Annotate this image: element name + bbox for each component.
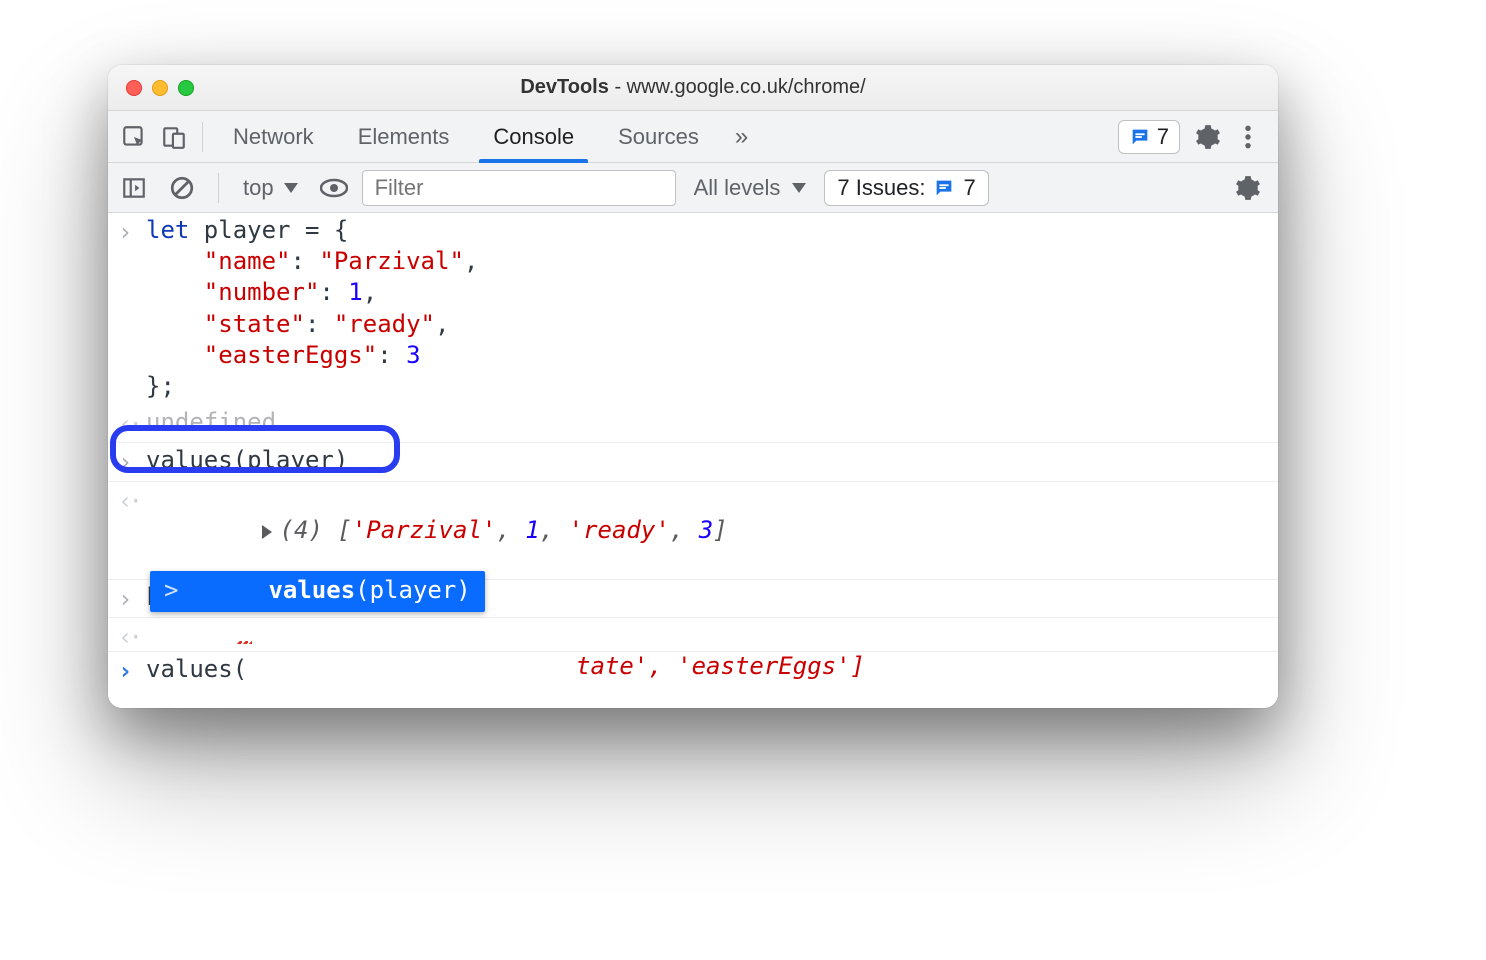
syntax-error-squiggle xyxy=(236,641,252,644)
separator xyxy=(218,173,219,203)
autocomplete-popup[interactable]: > values(player) xyxy=(150,571,485,612)
chevron-down-icon xyxy=(792,183,806,193)
input-marker-icon xyxy=(118,215,146,402)
console-output-row: undefined xyxy=(108,405,1278,443)
autocomplete-caret: > xyxy=(164,576,178,604)
tab-network[interactable]: Network xyxy=(211,111,336,162)
chevron-down-icon xyxy=(284,183,298,193)
messages-badge[interactable]: 7 xyxy=(1118,120,1180,154)
more-options-icon[interactable] xyxy=(1228,117,1268,157)
console-code: let player = { "name": "Parzival", "numb… xyxy=(146,215,478,402)
console-toolbar: top All levels 7 Issues: 7 xyxy=(108,163,1278,213)
device-toolbar-icon[interactable] xyxy=(154,117,194,157)
issues-label: 7 Issues: xyxy=(837,175,925,201)
issues-badge[interactable]: 7 Issues: 7 xyxy=(824,170,988,206)
window-title-prefix: DevTools xyxy=(520,76,609,98)
prompt-text: values( xyxy=(146,655,247,683)
console-code: values(player) xyxy=(146,446,348,474)
input-marker-icon xyxy=(118,582,146,615)
filter-input[interactable] xyxy=(362,170,676,206)
autocomplete-match: values xyxy=(268,576,355,604)
console-output-row[interactable]: tate', 'easterEggs'] xyxy=(108,618,1278,652)
input-marker-icon xyxy=(118,445,146,478)
settings-icon[interactable] xyxy=(1188,117,1228,157)
prompt-marker-icon xyxy=(118,654,146,687)
panel-tabs: Network Elements Console Sources » xyxy=(211,111,762,162)
separator xyxy=(202,122,203,152)
console-output-row[interactable]: (4) ['Parzival', 1, 'ready', 3] xyxy=(108,482,1278,581)
console-input-row[interactable]: let player = { "name": "Parzival", "numb… xyxy=(108,213,1278,405)
log-levels-selector[interactable]: All levels xyxy=(684,175,817,201)
issues-count: 7 xyxy=(963,175,975,201)
tab-elements[interactable]: Elements xyxy=(336,111,472,162)
console-output: let player = { "name": "Parzival", "numb… xyxy=(108,213,1278,708)
devtools-window: DevTools - www.google.co.uk/chrome/ Netw… xyxy=(108,65,1278,708)
inspect-element-icon[interactable] xyxy=(114,117,154,157)
output-marker-icon xyxy=(118,484,146,578)
message-icon xyxy=(1129,126,1151,148)
toggle-sidebar-icon[interactable] xyxy=(114,168,154,208)
messages-count: 7 xyxy=(1157,124,1169,150)
output-marker-icon xyxy=(118,407,146,440)
tab-console[interactable]: Console xyxy=(471,111,596,162)
tab-sources[interactable]: Sources xyxy=(596,111,721,162)
context-selector[interactable]: top xyxy=(235,175,306,201)
window-title: DevTools - www.google.co.uk/chrome/ xyxy=(108,76,1278,99)
array-length: (4) xyxy=(280,516,323,544)
main-toolbar: Network Elements Console Sources » 7 xyxy=(108,111,1278,163)
undefined-result: undefined xyxy=(146,408,276,436)
expand-icon[interactable] xyxy=(262,525,272,539)
title-bar: DevTools - www.google.co.uk/chrome/ xyxy=(108,65,1278,111)
clear-console-icon[interactable] xyxy=(162,168,202,208)
log-levels-label: All levels xyxy=(694,175,781,201)
context-label: top xyxy=(243,175,274,201)
live-expression-icon[interactable] xyxy=(314,168,354,208)
console-input-row[interactable]: values(player) xyxy=(108,443,1278,481)
window-title-url: www.google.co.uk/chrome/ xyxy=(627,76,866,98)
console-prompt-row[interactable]: values( xyxy=(108,652,1278,690)
tab-overflow[interactable]: » xyxy=(721,111,762,162)
autocomplete-rest: (player) xyxy=(355,576,471,604)
console-settings-icon[interactable] xyxy=(1228,168,1268,208)
output-marker-icon xyxy=(118,620,146,649)
message-icon xyxy=(933,177,955,199)
